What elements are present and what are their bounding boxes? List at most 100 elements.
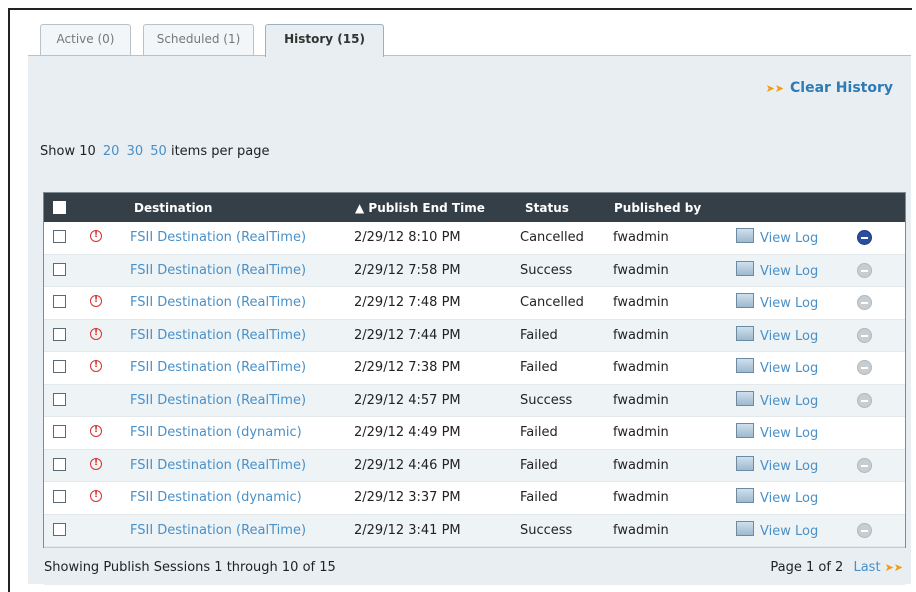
- select-all-checkbox[interactable]: [53, 201, 66, 214]
- view-log-link[interactable]: View Log: [736, 520, 819, 539]
- view-log-link[interactable]: View Log: [736, 260, 819, 279]
- tab-active[interactable]: Active (0): [40, 24, 131, 55]
- destination-link[interactable]: FSII Destination (RealTime): [130, 360, 306, 375]
- tab-scheduled[interactable]: Scheduled (1): [143, 24, 254, 55]
- view-log-link[interactable]: View Log: [736, 390, 819, 409]
- view-log-label: View Log: [760, 263, 819, 279]
- status-text: Success: [520, 262, 573, 278]
- history-table: Destination ▲ Publish End Time Status Pu…: [43, 192, 906, 585]
- publish-end-time: 2/29/12 7:44 PM: [354, 327, 461, 343]
- perpage-20[interactable]: 20: [103, 144, 120, 159]
- view-log-label: View Log: [760, 328, 819, 344]
- publish-end-time: 2/29/12 7:38 PM: [354, 360, 461, 375]
- view-log-link[interactable]: View Log: [736, 358, 818, 376]
- published-by: fwadmin: [613, 490, 669, 505]
- remove-session-icon[interactable]: [857, 262, 872, 278]
- published-by: fwadmin: [613, 457, 669, 473]
- row-checkbox[interactable]: [53, 262, 66, 276]
- header-publish-end-time[interactable]: ▲ Publish End Time: [355, 201, 485, 215]
- table-footer: Showing Publish Sessions 1 through 10 of…: [44, 547, 905, 585]
- perpage-30[interactable]: 30: [127, 144, 144, 159]
- destination-link[interactable]: FSII Destination (RealTime): [130, 393, 306, 408]
- double-arrow-icon: ➤➤: [765, 82, 785, 95]
- destination-link[interactable]: FSII Destination (RealTime): [130, 263, 306, 278]
- remove-session-icon[interactable]: [857, 230, 872, 245]
- last-page-link[interactable]: Last: [853, 560, 880, 575]
- header-status[interactable]: Status: [525, 201, 569, 215]
- row-checkbox[interactable]: [53, 392, 66, 406]
- status-text: Cancelled: [520, 230, 584, 245]
- row-checkbox[interactable]: [53, 360, 66, 373]
- table-row: FSII Destination (RealTime) 2/29/12 4:57 …: [44, 384, 905, 417]
- destination-link[interactable]: FSII Destination (dynamic): [130, 425, 302, 440]
- row-checkbox[interactable]: [53, 327, 66, 341]
- warning-icon: !: [90, 425, 102, 437]
- view-log-label: View Log: [760, 393, 819, 409]
- log-icon: [736, 228, 754, 243]
- log-icon: [736, 488, 754, 503]
- row-checkbox[interactable]: [53, 230, 66, 243]
- published-by: fwadmin: [613, 230, 669, 245]
- table-row: FSII Destination (RealTime) 2/29/12 7:58 …: [44, 254, 905, 287]
- published-by: fwadmin: [613, 360, 669, 375]
- double-arrow-icon: ➤➤: [884, 561, 903, 574]
- destination-link[interactable]: FSII Destination (RealTime): [130, 458, 306, 473]
- remove-session-icon[interactable]: [857, 392, 872, 408]
- publish-end-time: 2/29/12 3:37 PM: [354, 490, 461, 505]
- view-log-link[interactable]: View Log: [736, 293, 818, 311]
- table-row: ! FSII Destination (dynamic) 2/29/12 4:49 …: [44, 417, 905, 450]
- log-icon: [736, 293, 754, 308]
- header-published-by[interactable]: Published by: [614, 201, 701, 215]
- published-by: fwadmin: [613, 327, 669, 343]
- view-log-link[interactable]: View Log: [736, 423, 818, 441]
- row-checkbox[interactable]: [53, 490, 66, 503]
- destination-link[interactable]: FSII Destination (RealTime): [130, 230, 306, 245]
- clear-history-label: Clear History: [790, 80, 893, 96]
- published-by: fwadmin: [613, 295, 669, 310]
- clear-history-link[interactable]: ➤➤ Clear History: [766, 80, 893, 96]
- row-checkbox[interactable]: [53, 522, 66, 536]
- publish-end-time: 2/29/12 7:58 PM: [354, 262, 461, 278]
- view-log-link[interactable]: View Log: [736, 488, 818, 506]
- view-log-label: View Log: [760, 296, 819, 311]
- remove-session-icon[interactable]: [857, 360, 872, 375]
- destination-link[interactable]: FSII Destination (RealTime): [130, 328, 306, 343]
- table-row: ! FSII Destination (RealTime) 2/29/12 7:38…: [44, 352, 905, 385]
- perpage-50[interactable]: 50: [150, 144, 167, 159]
- status-text: Failed: [520, 425, 558, 440]
- publish-end-time: 2/29/12 7:48 PM: [354, 295, 461, 310]
- log-icon: [736, 260, 754, 276]
- destination-link[interactable]: FSII Destination (RealTime): [130, 523, 306, 538]
- view-log-link[interactable]: View Log: [736, 228, 818, 246]
- showing-summary: Showing Publish Sessions 1 through 10 of…: [44, 560, 336, 575]
- remove-session-icon[interactable]: [857, 522, 872, 538]
- header-destination[interactable]: Destination: [134, 201, 212, 215]
- status-text: Success: [520, 392, 573, 408]
- row-checkbox[interactable]: [53, 295, 66, 308]
- warning-icon: !: [90, 327, 102, 340]
- destination-link[interactable]: FSII Destination (dynamic): [130, 490, 302, 505]
- publish-end-time: 2/29/12 4:57 PM: [354, 392, 461, 408]
- published-by: fwadmin: [613, 392, 669, 408]
- pager: Page 1 of 2 Last ➤➤: [770, 560, 903, 575]
- items-per-page: Show 10 20 30 50 items per page: [40, 144, 269, 159]
- log-icon: [736, 520, 754, 536]
- remove-session-icon[interactable]: [857, 457, 872, 473]
- page-indicator: Page 1 of 2: [770, 560, 844, 575]
- destination-link[interactable]: FSII Destination (RealTime): [130, 295, 306, 310]
- view-log-label: View Log: [760, 523, 819, 539]
- tab-history[interactable]: History (15): [265, 24, 384, 57]
- table-header: Destination ▲ Publish End Time Status Pu…: [44, 193, 905, 222]
- remove-session-icon[interactable]: [857, 295, 872, 310]
- status-text: Failed: [520, 490, 558, 505]
- view-log-label: View Log: [760, 426, 819, 441]
- history-panel: ➤➤ Clear History Show 10 20 30 50 items p…: [28, 55, 911, 585]
- view-log-link[interactable]: View Log: [736, 455, 818, 474]
- remove-session-icon[interactable]: [857, 327, 872, 343]
- perpage-suffix: items per page: [170, 144, 270, 159]
- view-log-link[interactable]: View Log: [736, 325, 819, 344]
- row-checkbox[interactable]: [53, 457, 66, 471]
- row-checkbox[interactable]: [53, 425, 66, 438]
- publish-end-time: 2/29/12 4:49 PM: [354, 425, 461, 440]
- table-row: ! FSII Destination (RealTime) 2/29/12 7:44…: [44, 319, 905, 352]
